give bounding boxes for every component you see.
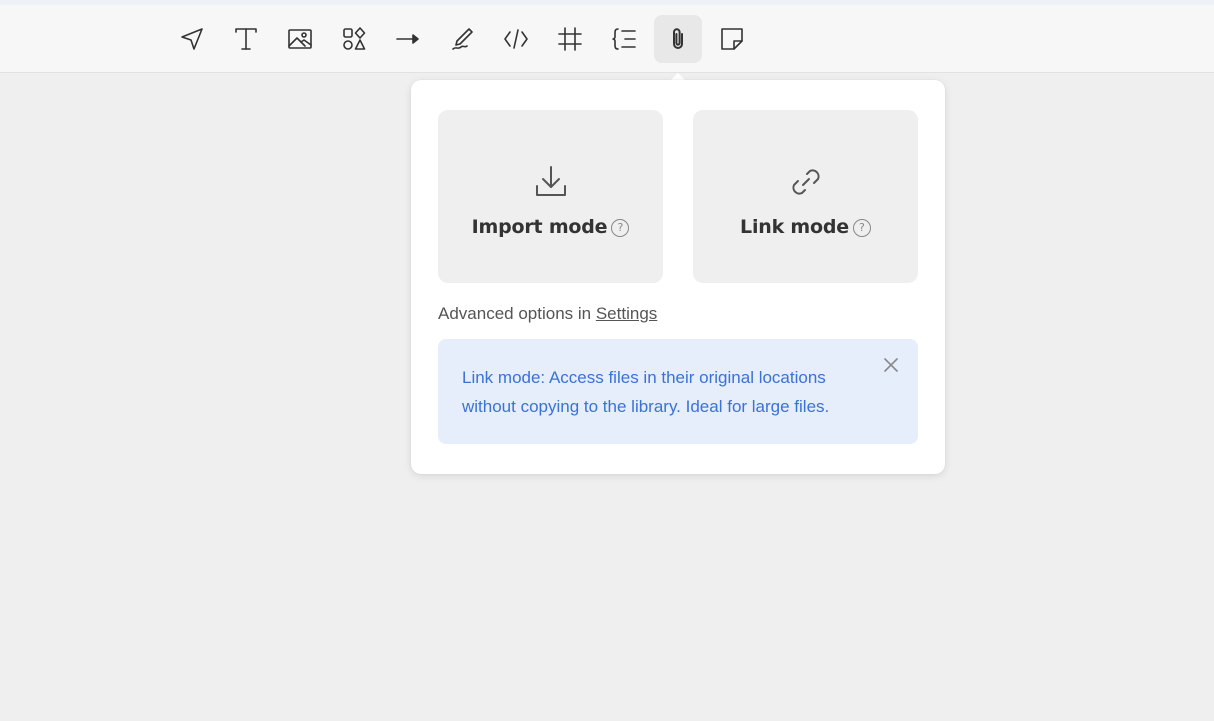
download-icon <box>529 160 573 204</box>
link-mode-label-row: Link mode ? <box>693 216 918 238</box>
link-mode-card[interactable]: Link mode ? <box>693 110 918 283</box>
tool-outline[interactable] <box>600 15 648 63</box>
text-icon <box>235 28 257 50</box>
attach-popover: Import mode ? Link mode ? Advanced optio… <box>411 80 945 474</box>
advanced-options-text: Advanced options in Settings <box>438 304 657 324</box>
paperclip-icon <box>673 28 683 49</box>
import-mode-help-icon[interactable]: ? <box>611 218 630 237</box>
code-icon <box>504 29 528 49</box>
link-icon <box>784 160 828 204</box>
navigation-arrow-icon <box>181 28 203 50</box>
shapes-icon <box>343 27 366 50</box>
tool-embed[interactable] <box>492 15 540 63</box>
tool-text[interactable] <box>222 15 270 63</box>
advanced-options-prefix: Advanced options in <box>438 304 592 323</box>
image-icon <box>288 29 312 49</box>
tool-frame[interactable] <box>546 15 594 63</box>
outline-icon <box>612 28 636 50</box>
import-mode-label: Import mode <box>471 216 608 238</box>
hash-frame-icon <box>558 27 582 51</box>
close-icon[interactable] <box>882 356 900 374</box>
toolbar <box>0 5 1214 73</box>
settings-link[interactable]: Settings <box>596 304 657 323</box>
link-mode-label: Link mode <box>740 216 849 238</box>
tool-attachment[interactable] <box>654 15 702 63</box>
pen-icon <box>452 28 473 50</box>
info-text: Link mode: Access files in their origina… <box>462 368 830 416</box>
import-mode-label-row: Import mode ? <box>438 216 663 238</box>
tool-connector[interactable] <box>384 15 432 63</box>
link-mode-help-icon[interactable]: ? <box>852 218 871 237</box>
tool-select[interactable] <box>168 15 216 63</box>
tool-shapes[interactable] <box>330 15 378 63</box>
tool-pen[interactable] <box>438 15 486 63</box>
sticky-note-icon <box>721 28 743 50</box>
link-mode-info-box: Link mode: Access files in their origina… <box>438 339 918 444</box>
tool-note[interactable] <box>708 15 756 63</box>
tool-image[interactable] <box>276 15 324 63</box>
import-mode-card[interactable]: Import mode ? <box>438 110 663 283</box>
arrow-right-icon <box>396 34 419 44</box>
